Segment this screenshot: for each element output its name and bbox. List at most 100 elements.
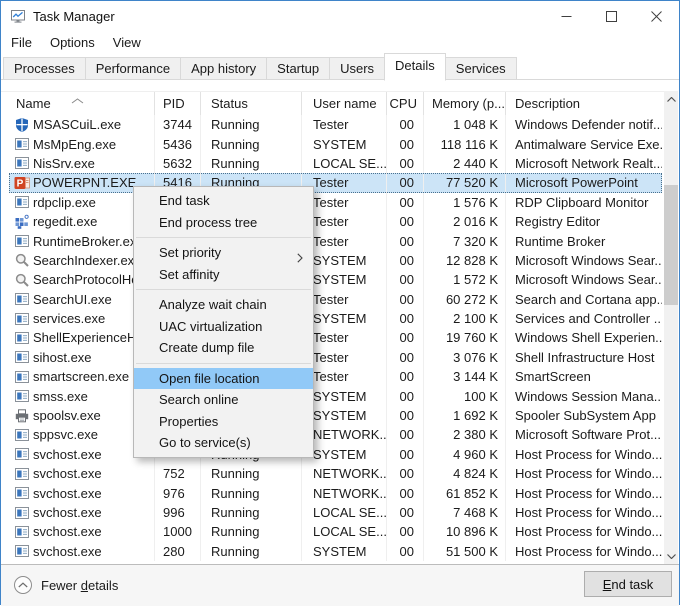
process-row[interactable]: sihost.exeTester003 076 KShell Infrastru…	[9, 348, 662, 367]
end-task-button[interactable]: End task	[584, 571, 672, 597]
process-mem-cell: 2 016 K	[424, 212, 506, 231]
process-mem-cell: 118 116 K	[424, 134, 506, 153]
process-row[interactable]: PPOWERPNT.EXE5416RunningTester0077 520 K…	[9, 173, 662, 192]
menu-item-end-task[interactable]: End task	[134, 190, 313, 212]
scroll-down-button[interactable]	[664, 548, 678, 564]
process-row[interactable]: ShellExperienceHo...Tester0019 760 KWind…	[9, 328, 662, 347]
scroll-up-button[interactable]	[664, 91, 678, 107]
process-mem-cell: 2 100 K	[424, 309, 506, 328]
tab-startup[interactable]: Startup	[266, 57, 330, 80]
process-user-cell: Tester	[302, 173, 387, 192]
printer-icon	[14, 408, 30, 424]
vertical-scrollbar[interactable]	[664, 91, 678, 564]
application-icon	[14, 388, 30, 404]
process-desc-cell: Spooler SubSystem App	[506, 406, 662, 425]
tab-app-history[interactable]: App history	[180, 57, 267, 80]
menu-item-properties[interactable]: Properties	[134, 411, 313, 433]
process-row[interactable]: SearchProtocolHo...SYSTEM001 572 KMicros…	[9, 270, 662, 289]
menu-item-end-process-tree[interactable]: End process tree	[134, 212, 313, 234]
process-cpu-cell: 00	[387, 522, 424, 541]
process-desc-cell: Microsoft Windows Sear...	[506, 251, 662, 270]
application-icon	[14, 505, 30, 521]
process-row[interactable]: spoolsv.exeSYSTEM001 692 KSpooler SubSys…	[9, 406, 662, 425]
menubar-item-file[interactable]: File	[2, 33, 41, 52]
process-name-cell: MsMpEng.exe	[9, 134, 155, 153]
process-desc-cell: Host Process for Windo...	[506, 464, 662, 483]
menu-bar: FileOptionsView	[1, 31, 679, 53]
tab-processes[interactable]: Processes	[3, 57, 86, 80]
process-desc-cell: Host Process for Windo...	[506, 445, 662, 464]
menu-item-go-to-service-s[interactable]: Go to service(s)	[134, 432, 313, 454]
menu-item-label: Open file location	[159, 371, 259, 386]
menu-item-analyze-wait-chain[interactable]: Analyze wait chain	[134, 294, 313, 316]
process-user-cell: LOCAL SE...	[302, 503, 387, 522]
process-row[interactable]: svchost.exeRunningSYSTEM004 960 KHost Pr…	[9, 445, 662, 464]
process-user-cell: LOCAL SE...	[302, 522, 387, 541]
column-header-cpu[interactable]: CPU	[387, 92, 424, 115]
process-pid-cell: 5436	[155, 134, 201, 153]
menubar-item-view[interactable]: View	[104, 33, 150, 52]
process-desc-cell: Host Process for Windo...	[506, 542, 662, 561]
process-user-cell: SYSTEM	[302, 445, 387, 464]
tab-users[interactable]: Users	[329, 57, 385, 80]
process-row[interactable]: rdpclip.exeTester001 576 KRDP Clipboard …	[9, 193, 662, 212]
process-desc-cell: Services and Controller ...	[506, 309, 662, 328]
process-row[interactable]: MsMpEng.exe5436RunningSYSTEM00118 116 KA…	[9, 134, 662, 153]
process-cpu-cell: 00	[387, 231, 424, 250]
close-button[interactable]	[634, 1, 679, 31]
process-row[interactable]: SearchIndexer.exeSYSTEM0012 828 KMicroso…	[9, 251, 662, 270]
process-cpu-cell: 00	[387, 367, 424, 386]
process-name: sihost.exe	[33, 350, 92, 365]
process-row[interactable]: sppsvc.exeNETWORK...002 380 KMicrosoft S…	[9, 425, 662, 444]
process-row[interactable]: smss.exeSYSTEM00100 KWindows Session Man…	[9, 386, 662, 405]
column-header-memory-p[interactable]: Memory (p...	[424, 92, 506, 115]
process-row[interactable]: regedit.exeTester002 016 KRegistry Edito…	[9, 212, 662, 231]
process-status-cell: Running	[201, 522, 302, 541]
menu-item-create-dump-file[interactable]: Create dump file	[134, 337, 313, 359]
menu-item-set-priority[interactable]: Set priority	[134, 242, 313, 264]
process-status-cell: Running	[201, 464, 302, 483]
process-row[interactable]: svchost.exe280RunningSYSTEM0051 500 KHos…	[9, 542, 662, 561]
menu-item-search-online[interactable]: Search online	[134, 389, 313, 411]
process-row[interactable]: SearchUI.exeTester0060 272 KSearch and C…	[9, 290, 662, 309]
menu-item-open-file-location[interactable]: Open file location	[134, 368, 313, 390]
tab-services[interactable]: Services	[445, 57, 517, 80]
process-row[interactable]: smartscreen.exeTester003 144 KSmartScree…	[9, 367, 662, 386]
menu-item-label: Create dump file	[159, 340, 254, 355]
process-row[interactable]: svchost.exe976RunningNETWORK...0061 852 …	[9, 483, 662, 502]
fewer-details-label: Fewer details	[41, 578, 118, 593]
menubar-item-options[interactable]: Options	[41, 33, 104, 52]
task-manager-window: Task Manager FileOptionsView ProcessesPe…	[0, 0, 680, 605]
process-row[interactable]: services.exeSYSTEM002 100 KServices and …	[9, 309, 662, 328]
column-header-status[interactable]: Status	[201, 92, 302, 115]
scrollbar-thumb[interactable]	[664, 185, 678, 305]
process-user-cell: SYSTEM	[302, 134, 387, 153]
process-name: svchost.exe	[33, 486, 102, 501]
process-pid-cell: 976	[155, 483, 201, 502]
column-header-pid[interactable]: PID	[155, 92, 201, 115]
process-desc-cell: Microsoft PowerPoint	[506, 173, 662, 192]
process-row[interactable]: MSASCuiL.exe3744RunningTester001 048 KWi…	[9, 115, 662, 134]
process-name-cell: svchost.exe	[9, 522, 155, 541]
process-name: NisSrv.exe	[33, 156, 95, 171]
process-user-cell: Tester	[302, 367, 387, 386]
process-row[interactable]: NisSrv.exe5632RunningLOCAL SE...002 440 …	[9, 154, 662, 173]
process-row[interactable]: svchost.exe1000RunningLOCAL SE...0010 89…	[9, 522, 662, 541]
minimize-button[interactable]	[544, 1, 589, 31]
process-row[interactable]: svchost.exe996RunningLOCAL SE...007 468 …	[9, 503, 662, 522]
tab-performance[interactable]: Performance	[85, 57, 181, 80]
menu-item-uac-virtualization[interactable]: UAC virtualization	[134, 316, 313, 338]
menu-item-set-affinity[interactable]: Set affinity	[134, 264, 313, 286]
process-user-cell: NETWORK...	[302, 464, 387, 483]
maximize-button[interactable]	[589, 1, 634, 31]
process-cpu-cell: 00	[387, 542, 424, 561]
process-cpu-cell: 00	[387, 386, 424, 405]
fewer-details-toggle[interactable]: Fewer details	[14, 576, 118, 594]
process-status-cell: Running	[201, 154, 302, 173]
application-icon	[14, 136, 30, 152]
tab-details[interactable]: Details	[384, 53, 446, 81]
process-row[interactable]: RuntimeBroker.exeTester007 320 KRuntime …	[9, 231, 662, 250]
process-row[interactable]: svchost.exe752RunningNETWORK...004 824 K…	[9, 464, 662, 483]
column-header-description[interactable]: Description	[506, 92, 666, 115]
column-header-user-name[interactable]: User name	[302, 92, 387, 115]
